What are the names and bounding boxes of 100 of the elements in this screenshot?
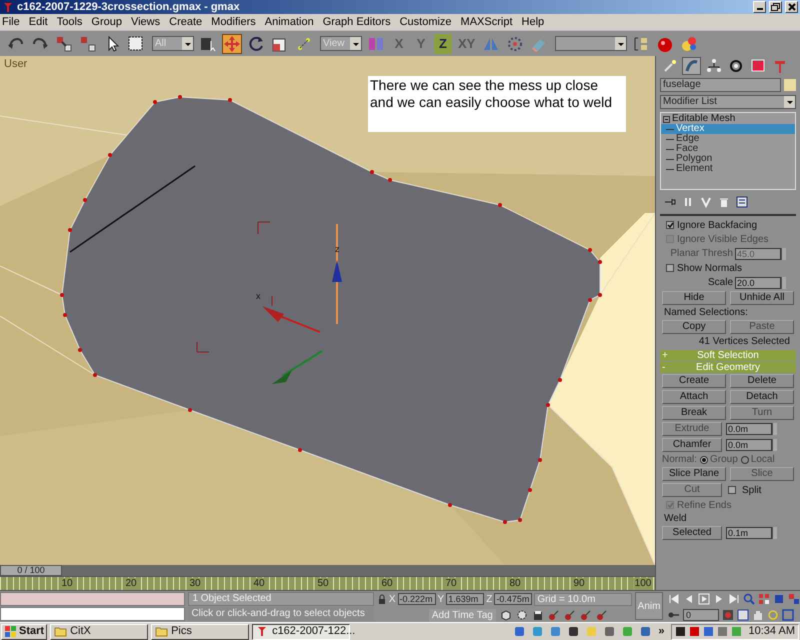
radio-label: Group [710,453,738,467]
checkbox[interactable] [666,264,674,272]
go-to-start-icon[interactable] [668,593,680,605]
listener-output-field[interactable] [0,607,186,621]
taskbar-button[interactable]: CitX [50,624,148,640]
stack-subitem[interactable]: Face [661,144,795,154]
panel-button[interactable]: Slice Plane [662,467,726,481]
taskbar-button[interactable]: Pics [151,624,250,640]
configure-icon[interactable] [736,196,748,208]
wand-icon [662,58,678,74]
menu-item[interactable]: Tools [56,14,82,30]
menu-item[interactable]: Customize [400,14,452,30]
move-icon [223,34,241,52]
prompt-text: Click or click-and-drag to select objects [188,607,374,621]
coordinate-field[interactable]: -0.222m [398,593,436,605]
key-icon[interactable] [580,609,592,621]
panel-tab[interactable] [704,57,723,75]
rollout-header[interactable]: + Soft Selection [660,350,796,361]
menu-item[interactable]: MAXScript [460,14,513,30]
panel-button[interactable]: Selected [662,526,722,540]
restore-button[interactable] [769,1,782,13]
menu-item[interactable]: Help [522,14,544,30]
fork-icon[interactable] [700,196,712,208]
viewport-label[interactable]: User [4,56,28,72]
grid-size: Grid = 10.0m [534,592,632,606]
go-to-end-icon[interactable] [728,593,740,605]
minimize-icon [756,8,762,10]
checkbox-label: Ignore Visible Edges [677,232,769,246]
minimize-button[interactable] [753,1,766,13]
field-of-view-icon[interactable] [737,609,750,621]
pin-icon[interactable] [664,196,676,208]
spinner-label: Scale [708,276,733,290]
ruler-label: 40 [252,578,266,590]
bar-icon[interactable] [682,196,694,208]
box-icon[interactable] [532,609,544,621]
ruler-label: 100 [634,578,652,590]
toolbar-dropdown[interactable] [555,36,628,51]
trash-icon[interactable] [718,196,730,208]
key-icon[interactable] [564,609,576,621]
ruler-label: 70 [444,578,458,590]
menu-item[interactable]: Modifiers [211,14,256,30]
play-icon[interactable] [698,593,710,605]
panel-button[interactable]: Create [662,374,726,388]
modifier-list-dropdown[interactable]: Modifier List [660,95,796,109]
time-slider-thumb[interactable]: 0 / 100 [0,565,62,576]
zoom-icon[interactable] [743,593,756,605]
zoom-all-icon[interactable] [758,593,770,605]
checkbox[interactable] [666,221,674,229]
panel-button[interactable]: Attach [662,390,726,404]
panel-button[interactable]: Unhide All [730,291,794,305]
menu-item[interactable]: Edit [28,14,48,30]
tray-expand[interactable]: » [655,623,668,640]
menu-item[interactable]: Group [91,14,122,30]
menu-item[interactable]: File [2,14,20,30]
panel-button[interactable]: Detach [730,390,794,404]
stack-subitem[interactable]: Vertex [661,124,795,134]
ruler-label: 20 [124,578,138,590]
panel-button[interactable]: Copy [662,320,726,334]
object-name-field[interactable]: fuselage [660,78,781,92]
menu-item[interactable]: Create [169,14,202,30]
panel-button[interactable]: Hide [662,291,726,305]
selection-count: 41 Vertices Selected [698,335,791,349]
lock-icon[interactable] [376,594,387,604]
menu-item[interactable]: Animation [264,14,314,30]
checkmark-icon [666,502,674,508]
panel-button[interactable]: Chamfer [662,438,722,452]
ruler-label: 60 [380,578,394,590]
axis-button[interactable]: Z [434,34,452,54]
selection-status: 1 Object Selected [188,592,374,606]
panel-button[interactable]: Delete [730,374,794,388]
stack-subitem[interactable]: Polygon [661,154,795,164]
dropdown-arrow-icon [616,40,625,46]
viewport[interactable]: User z x There we can see the mess up close and we can easily choose what to weld [0,56,655,565]
coordinate-field[interactable]: -0.475m [494,593,532,605]
rollout-header[interactable]: - Edit Geometry [660,362,796,373]
start-button[interactable]: Start [1,624,48,640]
listener-field[interactable] [0,592,186,606]
zoom-extents-icon[interactable] [773,593,786,605]
stack-subitem[interactable]: Edge [661,134,795,144]
stack-item[interactable]: Editable Mesh [661,114,795,124]
stack-subitem[interactable]: Element [661,164,795,174]
windows-logo-icon [4,625,17,638]
object-color-swatch[interactable] [784,79,796,91]
arc-rotate-icon[interactable] [767,609,780,621]
rotate-icon [247,34,265,52]
menu-item[interactable]: Views [130,14,160,30]
dropdown-arrow-icon [352,40,360,46]
close-button[interactable] [785,1,798,13]
color-circles-icon [680,34,698,52]
gear-icon[interactable] [516,609,528,621]
time-config-icon[interactable] [722,609,734,621]
key-icon[interactable] [596,609,608,621]
panel-button[interactable]: Break [662,406,726,420]
checkbox[interactable] [728,486,736,494]
maximize-icon[interactable] [782,609,794,621]
frame-field[interactable]: 0 [683,609,720,621]
zoom-extents-all-icon[interactable] [788,593,800,605]
coordinate-field[interactable]: 1.639m [446,593,484,605]
menu-item[interactable]: Graph Editors [322,14,391,30]
coordinate-label: Z [486,592,492,606]
